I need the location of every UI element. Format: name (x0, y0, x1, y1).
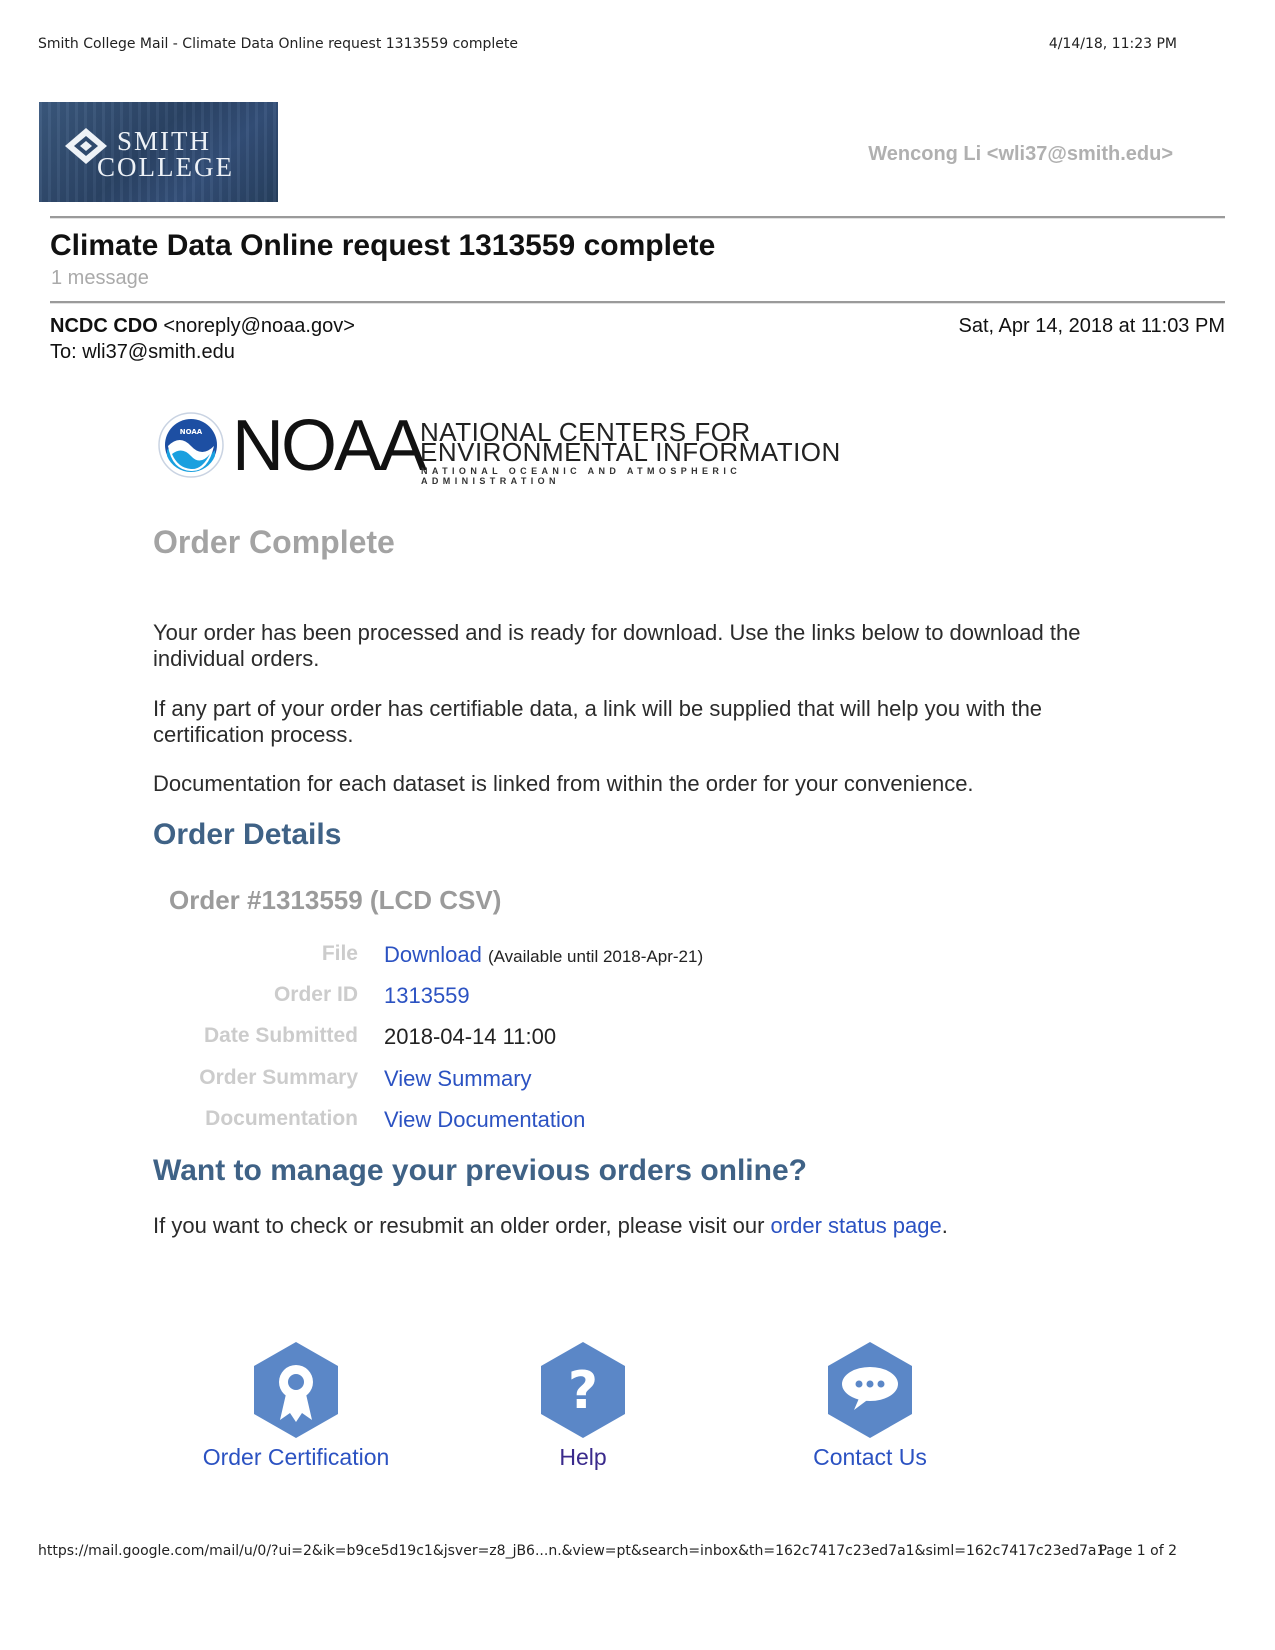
certification-paragraph: If any part of your order has certifiabl… (153, 696, 1043, 747)
download-link[interactable]: Download (384, 942, 482, 967)
certification-ribbon-icon (254, 1342, 338, 1438)
manage-text-end: . (941, 1213, 948, 1238)
help-link[interactable]: Help (453, 1444, 713, 1471)
account-label: Wencong Li <wli37@smith.edu> (868, 143, 1173, 165)
order-summary-label: Order Summary (199, 1066, 358, 1089)
noaa-ncei-logo: NOAA NOAA NATIONAL CENTERS FOR ENVIRONME… (158, 406, 848, 486)
ncei-line-2: ENVIRONMENTAL INFORMATION (420, 437, 841, 467)
help-question-icon: ? (541, 1342, 625, 1438)
print-footer-url: https://mail.google.com/mail/u/0/?ui=2&i… (38, 1543, 1106, 1559)
logo-line-1: SMITH (117, 126, 212, 156)
divider (50, 216, 1225, 219)
print-footer-page: Page 1 of 2 (1098, 1543, 1177, 1559)
divider (50, 301, 1225, 304)
recipient-line: To: wli37@smith.edu (50, 341, 235, 363)
contact-us-item[interactable]: Contact Us (740, 1340, 1000, 1471)
seal-text: NOAA (180, 428, 203, 436)
view-documentation-link[interactable]: View Documentation (384, 1107, 585, 1132)
print-header-title: Smith College Mail - Climate Data Online… (38, 36, 518, 52)
order-details-heading: Order Details (153, 818, 342, 851)
sent-date: Sat, Apr 14, 2018 at 11:03 PM (958, 315, 1225, 337)
smith-college-logo: SMITH COLLEGE (39, 102, 278, 202)
noaa-wordmark: NOAA (232, 406, 427, 486)
order-complete-heading: Order Complete (153, 524, 395, 560)
order-certification-link[interactable]: Order Certification (166, 1444, 426, 1471)
logo-line-2: COLLEGE (97, 152, 234, 182)
order-status-link[interactable]: order status page (771, 1213, 942, 1238)
email-subject: Climate Data Online request 1313559 comp… (50, 229, 716, 262)
order-id-link[interactable]: 1313559 (384, 983, 470, 1008)
order-id-label: Order ID (273, 983, 358, 1006)
manage-orders-text: If you want to check or resubmit an olde… (153, 1213, 948, 1239)
speech-bubble-icon (828, 1342, 912, 1438)
file-value: Download (Available until 2018-Apr-21) (384, 942, 703, 968)
intro-paragraph: Your order has been processed and is rea… (153, 620, 1081, 671)
order-certification-item[interactable]: Order Certification (166, 1340, 426, 1471)
ncei-line-3: NATIONAL OCEANIC AND ATMOSPHERIC ADMINIS… (421, 466, 742, 486)
sender-email: <noreply@noaa.gov> (163, 315, 355, 337)
contact-us-link[interactable]: Contact Us (740, 1444, 1000, 1471)
documentation-label: Documentation (205, 1107, 358, 1130)
documentation-paragraph: Documentation for each dataset is linked… (153, 771, 974, 796)
message-count: 1 message (51, 267, 149, 289)
view-summary-link[interactable]: View Summary (384, 1066, 532, 1091)
help-item[interactable]: ? Help (453, 1340, 713, 1471)
noaa-seal-icon: NOAA (158, 412, 224, 478)
sender-line: NCDC CDO <noreply@noaa.gov> (50, 315, 355, 338)
file-label: File (321, 942, 358, 965)
manage-orders-heading: Want to manage your previous orders onli… (153, 1154, 807, 1187)
order-id-value: 1313559 (384, 983, 470, 1009)
date-submitted-label: Date Submitted (203, 1024, 358, 1047)
availability-note: (Available until 2018-Apr-21) (487, 947, 704, 966)
order-title: Order #1313559 (LCD CSV) (169, 885, 502, 915)
documentation-value: View Documentation (384, 1107, 585, 1133)
print-header-datetime: 4/14/18, 11:23 PM (1048, 36, 1177, 52)
help-glyph: ? (568, 1361, 598, 1421)
date-submitted-value: 2018-04-14 11:00 (384, 1024, 557, 1049)
manage-text-lead: If you want to check or resubmit an olde… (153, 1213, 771, 1238)
order-summary-value: View Summary (384, 1066, 532, 1092)
sender-name: NCDC CDO (50, 315, 158, 337)
